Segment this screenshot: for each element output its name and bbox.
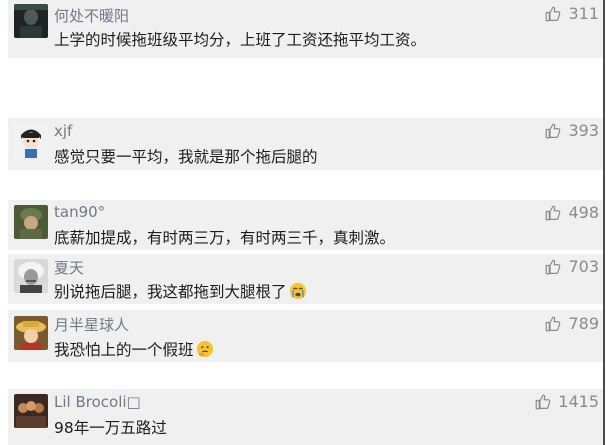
comment-card: tan90° 底薪加提成，有时两三万，有时两三千，真刺激。 498 [8, 200, 603, 250]
comment-author[interactable]: Lil Brocoli□ [54, 393, 141, 411]
like-button[interactable]: 498 [544, 203, 599, 222]
comment-card: Lil Brocoli□ 98年一万五路过 1415 [8, 389, 603, 445]
group-photo-avatar[interactable] [14, 394, 48, 428]
comment-text: 感觉只要一平均，我就是那个拖后腿的 [54, 148, 318, 166]
comment-text: 别说拖后腿，我这都拖到大腿根了 [54, 280, 307, 302]
comment-card: 夏天 别说拖后腿，我这都拖到大腿根了 703 [8, 254, 603, 304]
comment-author[interactable]: 夏天 [54, 257, 84, 278]
thumbs-up-icon [546, 205, 561, 220]
comment-card: 月半星球人 我恐怕上的一个假班 789 [8, 310, 603, 362]
like-count: 789 [568, 314, 599, 333]
comment-text: 我恐怕上的一个假班 [54, 338, 214, 360]
thumbs-up-icon [535, 394, 551, 409]
thumbs-up-icon [546, 6, 561, 21]
einstein-avatar[interactable] [14, 259, 48, 293]
soldier-avatar[interactable] [14, 205, 48, 239]
comment-author[interactable]: 月半星球人 [54, 314, 129, 335]
thumbs-up-icon [546, 259, 561, 274]
like-count: 393 [568, 121, 599, 140]
crying-face-emoji [289, 282, 306, 300]
comment-author[interactable]: 何处不暖阳 [54, 5, 129, 26]
cartoon-boy-avatar[interactable] [14, 124, 48, 158]
thumbs-up-icon [546, 316, 561, 331]
like-count: 703 [568, 257, 599, 276]
comment-card: xjf 感觉只要一平均，我就是那个拖后腿的 393 [8, 118, 603, 170]
comment-text: 98年一万五路过 [54, 419, 167, 437]
like-count: 311 [568, 4, 599, 23]
thumbs-up-icon [546, 123, 561, 138]
dark-portrait-avatar[interactable] [14, 4, 48, 38]
page-edge-divider [603, 0, 605, 445]
like-count: 1415 [558, 392, 599, 411]
comment-text: 上学的时候拖班级平均分，上班了工资还拖平均工资。 [54, 31, 427, 49]
comment-text: 底薪加提成，有时两三万，有时两三千，真刺激。 [54, 229, 396, 247]
comment-author[interactable]: xjf [54, 122, 72, 140]
straw-hat-avatar[interactable] [14, 316, 48, 350]
like-button[interactable]: 789 [544, 314, 599, 333]
like-button[interactable]: 393 [544, 121, 599, 140]
like-button[interactable]: 703 [544, 257, 599, 276]
like-count: 498 [568, 203, 599, 222]
like-button[interactable]: 1415 [534, 392, 599, 411]
thinking-face-emoji [196, 340, 213, 358]
comment-author[interactable]: tan90° [54, 203, 105, 221]
comment-card: 何处不暖阳 上学的时候拖班级平均分，上班了工资还拖平均工资。 311 [8, 0, 603, 58]
like-button[interactable]: 311 [544, 4, 599, 23]
